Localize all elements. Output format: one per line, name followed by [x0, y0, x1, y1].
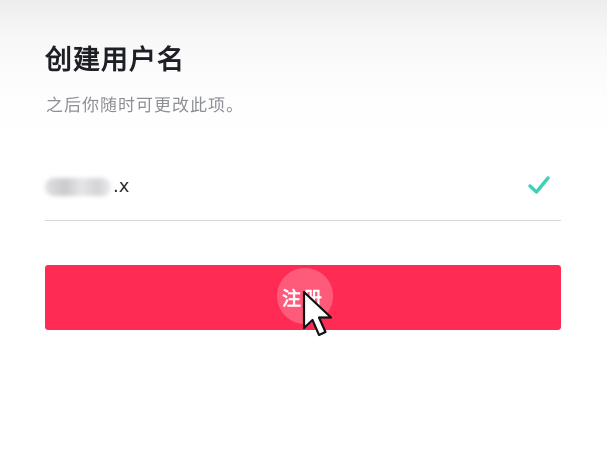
username-input[interactable]: .x	[45, 176, 129, 198]
username-field[interactable]: .x	[45, 160, 561, 221]
register-button[interactable]: 注册	[45, 265, 561, 330]
redacted-username-text	[45, 178, 111, 196]
check-icon	[528, 176, 550, 194]
create-username-screen: 创建用户名 之后你随时可更改此项。 .x 注册	[0, 0, 607, 476]
username-visible-suffix: .x	[113, 176, 130, 197]
register-button-label: 注册	[281, 288, 324, 310]
page-title: 创建用户名	[45, 45, 185, 76]
page-subtitle: 之后你随时可更改此项。	[46, 96, 244, 116]
